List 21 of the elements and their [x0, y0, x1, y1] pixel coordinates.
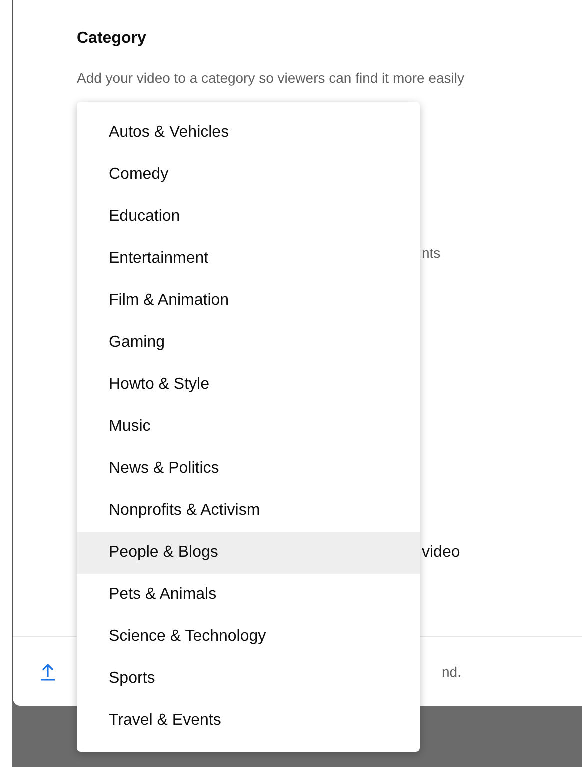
menu-item[interactable]: Autos & Vehicles: [77, 112, 420, 154]
section-description: Add your video to a category so viewers can find it more easily: [77, 69, 466, 88]
menu-item[interactable]: Music: [77, 406, 420, 448]
section-title: Category: [77, 29, 148, 49]
menu-item[interactable]: News & Politics: [77, 448, 420, 490]
menu-item[interactable]: Film & Animation: [77, 280, 420, 322]
partial-text: video: [422, 543, 462, 563]
menu-item[interactable]: Education: [77, 196, 420, 238]
partial-text: nts: [422, 244, 442, 263]
menu-item[interactable]: Sports: [77, 658, 420, 700]
menu-item[interactable]: Nonprofits & Activism: [77, 490, 420, 532]
menu-item[interactable]: People & Blogs: [77, 532, 420, 574]
menu-item[interactable]: Gaming: [77, 322, 420, 364]
menu-item[interactable]: Pets & Animals: [77, 574, 420, 616]
menu-item[interactable]: Comedy: [77, 154, 420, 196]
menu-item[interactable]: Science & Technology: [77, 616, 420, 658]
menu-item[interactable]: Howto & Style: [77, 364, 420, 406]
footer-text: nd.: [442, 664, 462, 680]
menu-item[interactable]: Travel & Events: [77, 700, 420, 742]
upload-icon[interactable]: [41, 662, 55, 680]
menu-item[interactable]: Entertainment: [77, 238, 420, 280]
